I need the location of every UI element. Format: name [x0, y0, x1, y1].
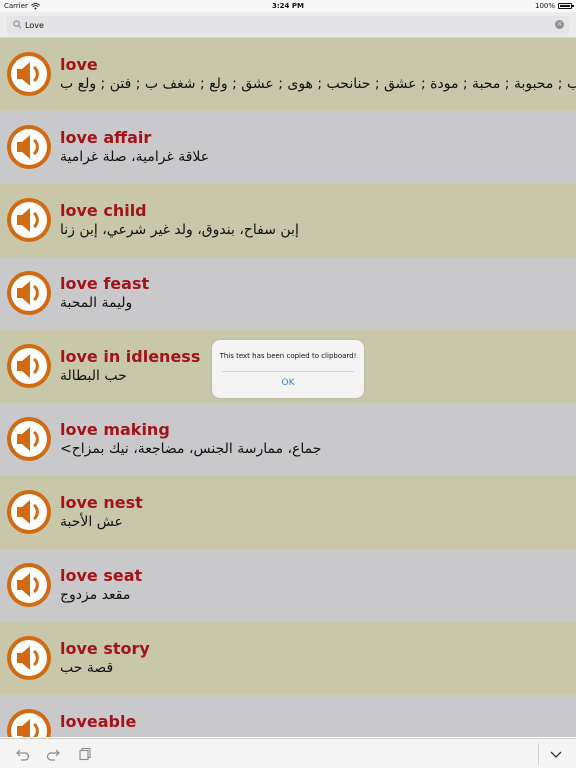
- speaker-button[interactable]: [7, 125, 51, 169]
- speaker-button[interactable]: [7, 52, 51, 96]
- chevron-down-icon[interactable]: [549, 747, 563, 761]
- translation-text: وليمة المحبة: [60, 295, 133, 311]
- translation-text: علاقة غرامية، صلة غرامية: [60, 149, 210, 165]
- word-text: loveable: [60, 712, 137, 731]
- list-item[interactable]: love seat مقعد مزدوج: [0, 549, 576, 622]
- undo-icon[interactable]: [16, 747, 30, 761]
- speaker-icon: [11, 421, 47, 457]
- translation-text: جماع، ممارسة الجنس، مضاجعة، نيك بمزاح>: [60, 441, 322, 457]
- list-item[interactable]: love story قصة حب: [0, 622, 576, 695]
- paste-icon[interactable]: [78, 747, 92, 761]
- bottom-toolbar: [0, 738, 576, 768]
- status-bar: Carrier 3:24 PM 100%: [0, 0, 576, 12]
- word-text: love making: [60, 420, 170, 439]
- speaker-icon: [11, 129, 47, 165]
- list-item[interactable]: love nest عش الأحبة: [0, 476, 576, 549]
- battery-icon: [558, 3, 574, 9]
- word-text: love in idleness: [60, 347, 201, 366]
- alert-ok-button[interactable]: OK: [212, 378, 364, 388]
- word-text: love feast: [60, 274, 150, 293]
- search-field[interactable]: ×: [7, 16, 569, 34]
- search-icon: [13, 20, 22, 29]
- word-text: love seat: [60, 566, 143, 585]
- status-time: 3:24 PM: [272, 2, 304, 10]
- speaker-icon: [11, 275, 47, 311]
- list-item[interactable]: love حب ; محبوبة ; محبة ; مودة ; عشق ; حن…: [0, 38, 576, 111]
- search-bar: ×: [0, 12, 576, 38]
- translation-text: عش الأحبة: [60, 514, 123, 530]
- translation-text: إبن سفاح، بندوق، ولد غير شرعي، إبن زنا: [60, 222, 299, 238]
- speaker-icon: [11, 567, 47, 603]
- search-input[interactable]: [25, 17, 545, 33]
- translation-text: مقعد مزدوج: [60, 587, 131, 603]
- translation-text: حب البطالة: [60, 368, 127, 384]
- word-text: love affair: [60, 128, 152, 147]
- status-right: 100%: [534, 2, 574, 10]
- redo-icon[interactable]: [46, 747, 60, 761]
- speaker-button[interactable]: [7, 344, 51, 388]
- list-item[interactable]: love making جماع، ممارسة الجنس، مضاجعة، ن…: [0, 403, 576, 476]
- list-item[interactable]: love feast وليمة المحبة: [0, 257, 576, 330]
- speaker-button[interactable]: [7, 490, 51, 534]
- speaker-icon: [11, 202, 47, 238]
- speaker-icon: [11, 640, 47, 676]
- speaker-button[interactable]: [7, 271, 51, 315]
- alert-divider: [222, 371, 354, 372]
- speaker-icon: [11, 494, 47, 530]
- translation-text: حب ; محبوبة ; محبة ; مودة ; عشق ; حنانحب…: [60, 76, 576, 92]
- speaker-icon: [11, 56, 47, 92]
- list-item[interactable]: love affair علاقة غرامية، صلة غرامية: [0, 111, 576, 184]
- speaker-button[interactable]: [7, 563, 51, 607]
- word-text: love: [60, 55, 98, 74]
- speaker-button[interactable]: [7, 417, 51, 461]
- word-text: love story: [60, 639, 150, 658]
- word-text: love child: [60, 201, 147, 220]
- toolbar-divider: [538, 743, 539, 765]
- speaker-button[interactable]: [7, 198, 51, 242]
- alert-message: This text has been copied to clipboard!: [219, 352, 357, 360]
- speaker-button[interactable]: [7, 636, 51, 680]
- translation-text: قصة حب: [60, 660, 114, 676]
- word-text: love nest: [60, 493, 143, 512]
- list-item[interactable]: loveable: [0, 695, 576, 737]
- clear-icon[interactable]: ×: [555, 20, 564, 29]
- alert-dialog: This text has been copied to clipboard! …: [212, 340, 364, 398]
- speaker-icon: [11, 348, 47, 384]
- battery-percent: 100%: [534, 2, 555, 10]
- list-item[interactable]: love child إبن سفاح، بندوق، ولد غير شرعي،…: [0, 184, 576, 257]
- speaker-icon: [11, 713, 47, 737]
- speaker-button[interactable]: [7, 709, 51, 737]
